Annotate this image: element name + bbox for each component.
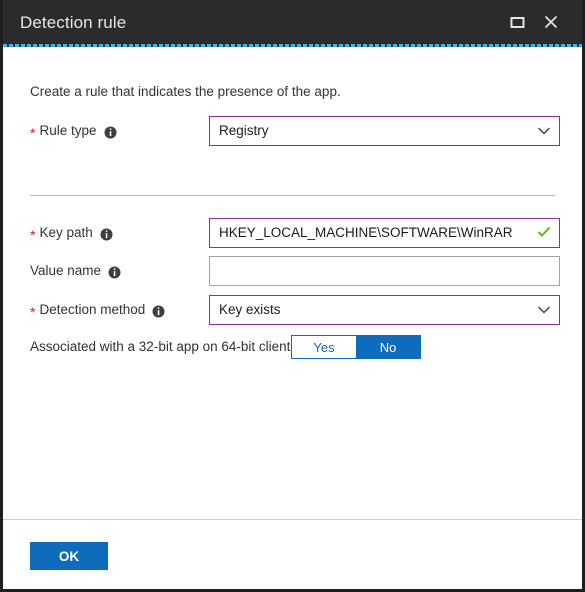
key-path-label: * Key path	[30, 226, 113, 243]
required-indicator: *	[30, 304, 36, 320]
intro-text: Create a rule that indicates the presenc…	[30, 84, 341, 99]
rule-type-value: Registry	[219, 123, 269, 139]
detection-method-label: * Detection method	[30, 303, 165, 320]
detection-method-dropdown[interactable]: Key exists	[209, 295, 560, 325]
associated-32bit-toggle[interactable]: Yes No	[291, 335, 421, 359]
maximize-icon	[510, 15, 525, 30]
info-icon[interactable]	[100, 228, 113, 241]
valid-check-icon	[537, 226, 551, 241]
info-icon[interactable]	[104, 126, 117, 139]
dialog-title: Detection rule	[20, 13, 127, 32]
value-name-field[interactable]	[209, 256, 560, 286]
dialog-content: Create a rule that indicates the presenc…	[3, 47, 582, 519]
section-divider	[30, 195, 555, 196]
toggle-option-yes[interactable]: Yes	[292, 336, 356, 358]
toggle-option-no[interactable]: No	[356, 336, 420, 358]
close-icon	[543, 14, 559, 30]
chevron-down-icon	[537, 124, 551, 139]
maximize-button[interactable]	[500, 7, 534, 37]
dialog-titlebar: Detection rule	[3, 0, 582, 44]
info-icon[interactable]	[152, 305, 165, 318]
detection-rule-dialog: Detection rule Create a rule that indica…	[0, 0, 585, 592]
dialog-footer: OK	[3, 519, 582, 589]
required-indicator: *	[30, 227, 36, 243]
chevron-down-icon	[537, 303, 551, 318]
key-path-field[interactable]: HKEY_LOCAL_MACHINE\SOFTWARE\WinRAR	[209, 218, 560, 248]
detection-method-value: Key exists	[219, 302, 281, 318]
ok-button[interactable]: OK	[30, 542, 108, 570]
rule-type-dropdown[interactable]: Registry	[209, 116, 560, 146]
close-button[interactable]	[534, 7, 568, 37]
value-name-label: Value name	[30, 264, 121, 278]
info-icon[interactable]	[108, 266, 121, 279]
associated-32bit-label: Associated with a 32-bit app on 64-bit c…	[30, 340, 317, 354]
rule-type-label: * Rule type	[30, 124, 117, 141]
key-path-value: HKEY_LOCAL_MACHINE\SOFTWARE\WinRAR	[219, 225, 513, 241]
required-indicator: *	[30, 125, 36, 141]
